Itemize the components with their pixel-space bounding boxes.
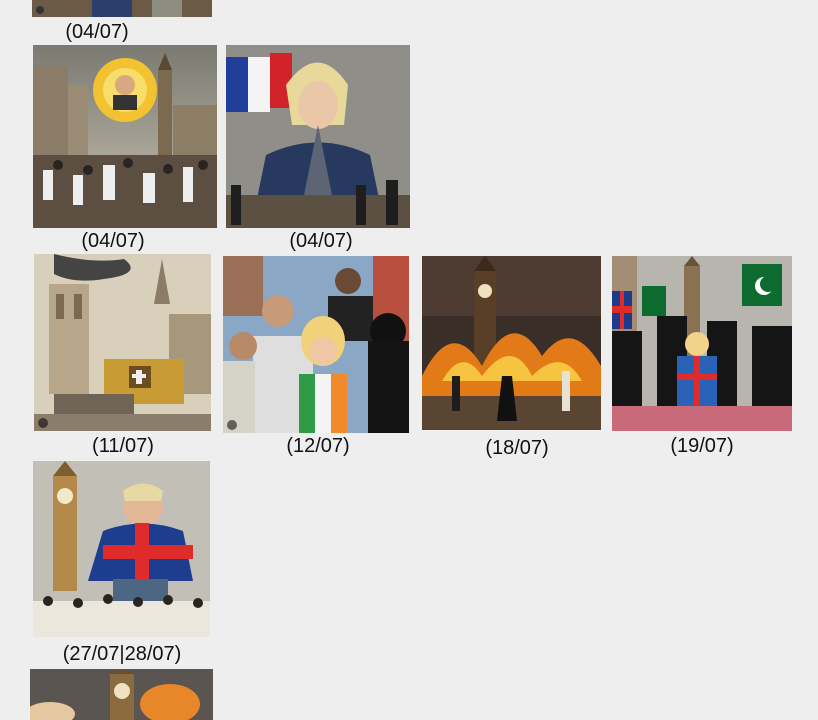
image-date-label: (12/07): [286, 435, 350, 457]
image-date-label: (27/07|28/07): [62, 643, 182, 665]
image-date-label: (04/07): [81, 230, 145, 252]
gallery-image-5[interactable]: [422, 256, 601, 430]
gallery-image-8[interactable]: [30, 669, 213, 720]
watermark-icon: [38, 418, 48, 428]
gallery-image-2[interactable]: [226, 45, 410, 228]
image-date-label: (18/07): [485, 437, 549, 459]
gallery-image-1[interactable]: [33, 45, 217, 228]
watermark-icon: [227, 420, 237, 430]
image-date-label: (19/07): [670, 435, 734, 457]
gallery-image-0[interactable]: [32, 0, 212, 17]
gallery-image-3[interactable]: [34, 254, 211, 431]
image-date-label: (04/07): [289, 230, 353, 252]
image-date-label: (11/07): [92, 435, 154, 457]
gallery-image-4[interactable]: [223, 256, 409, 433]
image-date-label: (04/07): [65, 21, 129, 43]
gallery-image-6[interactable]: [612, 256, 792, 431]
gallery-image-7[interactable]: [33, 461, 210, 637]
